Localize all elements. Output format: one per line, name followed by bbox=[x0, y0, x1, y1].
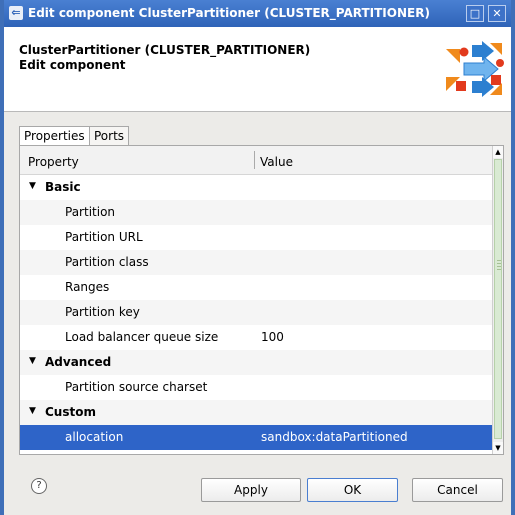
apply-button[interactable]: Apply bbox=[201, 478, 301, 502]
property-row[interactable]: Partition URL bbox=[20, 225, 494, 250]
dialog-subtitle: Edit component bbox=[19, 58, 126, 72]
property-name: Ranges bbox=[65, 280, 110, 294]
dialog-header: ClusterPartitioner (CLUSTER_PARTITIONER)… bbox=[4, 27, 511, 112]
property-value[interactable]: 100 bbox=[261, 330, 284, 344]
category-row-custom[interactable]: ▼ Custom bbox=[20, 400, 494, 425]
window-title: Edit component ClusterPartitioner (CLUST… bbox=[28, 6, 430, 20]
tab-ports[interactable]: Ports bbox=[89, 126, 130, 146]
property-name: Partition key bbox=[65, 305, 140, 319]
properties-panel: Property Value ▼ Basic Partition Partiti… bbox=[19, 145, 504, 455]
property-name: allocation bbox=[65, 430, 124, 444]
expand-arrow-icon[interactable]: ▼ bbox=[29, 356, 36, 366]
category-label: Custom bbox=[45, 405, 96, 419]
column-header-value[interactable]: Value bbox=[260, 155, 293, 169]
expand-arrow-icon[interactable]: ▼ bbox=[29, 181, 36, 191]
dialog-window: ⇐ Edit component ClusterPartitioner (CLU… bbox=[0, 0, 515, 515]
table-header: Property Value bbox=[20, 146, 494, 175]
ok-button[interactable]: OK bbox=[307, 478, 398, 502]
expand-arrow-icon[interactable]: ▼ bbox=[29, 406, 36, 416]
property-row[interactable]: Partition key bbox=[20, 300, 494, 325]
property-row-selected[interactable]: allocation sandbox:dataPartitioned bbox=[20, 425, 494, 450]
scroll-up-arrow-icon[interactable]: ▲ bbox=[493, 146, 503, 158]
scroll-down-arrow-icon[interactable]: ▼ bbox=[493, 442, 503, 454]
maximize-button[interactable]: □ bbox=[466, 5, 484, 22]
property-value[interactable]: sandbox:dataPartitioned bbox=[261, 430, 408, 444]
cancel-button[interactable]: Cancel bbox=[412, 478, 503, 502]
scrollbar-grip-icon bbox=[497, 260, 501, 270]
property-row[interactable]: Partition class bbox=[20, 250, 494, 275]
category-label: Advanced bbox=[45, 355, 112, 369]
column-divider[interactable] bbox=[254, 151, 255, 169]
category-row-basic[interactable]: ▼ Basic bbox=[20, 175, 494, 200]
property-name: Load balancer queue size bbox=[65, 330, 219, 344]
property-name: Partition class bbox=[65, 255, 149, 269]
scrollbar-thumb[interactable] bbox=[494, 159, 502, 439]
property-row[interactable]: Load balancer queue size 100 bbox=[20, 325, 494, 350]
property-name: Partition URL bbox=[65, 230, 143, 244]
property-table: ▼ Basic Partition Partition URL Partitio… bbox=[20, 175, 494, 453]
property-row[interactable]: Partition source charset bbox=[20, 375, 494, 400]
column-header-property[interactable]: Property bbox=[28, 155, 79, 169]
title-bar[interactable]: ⇐ Edit component ClusterPartitioner (CLU… bbox=[4, 0, 511, 27]
property-row[interactable]: Partition bbox=[20, 200, 494, 225]
tab-properties[interactable]: Properties bbox=[19, 126, 90, 146]
category-row-advanced[interactable]: ▼ Advanced bbox=[20, 350, 494, 375]
help-icon[interactable]: ? bbox=[31, 478, 47, 494]
property-row[interactable]: Ranges bbox=[20, 275, 494, 300]
property-name: Partition bbox=[65, 205, 116, 219]
close-button[interactable]: ✕ bbox=[488, 5, 506, 22]
category-label: Basic bbox=[45, 180, 81, 194]
vertical-scrollbar[interactable]: ▲ ▼ bbox=[492, 146, 503, 454]
cluster-partitioner-logo-icon bbox=[446, 41, 504, 97]
component-title: ClusterPartitioner (CLUSTER_PARTITIONER) bbox=[19, 43, 311, 57]
property-name: Partition source charset bbox=[65, 380, 208, 394]
app-icon: ⇐ bbox=[9, 6, 23, 20]
